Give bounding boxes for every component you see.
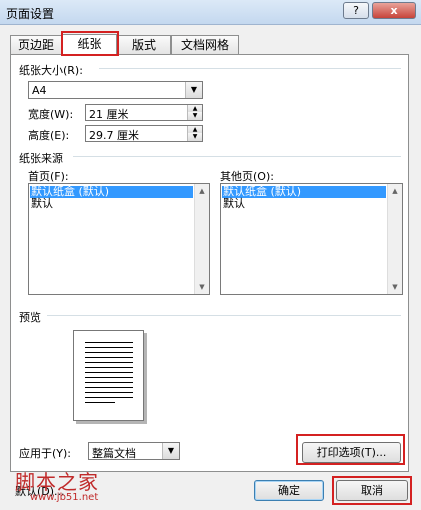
close-button[interactable]: x [372,2,416,19]
scroll-down-icon[interactable]: ▼ [195,280,209,294]
apply-to-value: 整篇文档 [92,447,136,460]
spin-down-icon[interactable]: ▼ [187,112,202,120]
scroll-up-icon[interactable]: ▲ [388,184,402,198]
tab-panel: 纸张大小(R): A4 ▼ 宽度(W): 21 厘米 ▲ ▼ 高度(E): 29… [10,54,409,472]
chevron-down-icon[interactable]: ▼ [162,443,179,459]
paper-source-divider [73,156,401,157]
preview-line [85,357,133,358]
paper-size-divider [99,68,401,69]
list-item[interactable]: 默认 [30,198,53,210]
preview-line [85,342,133,343]
preview-line [85,372,133,373]
preview-line [85,362,133,363]
width-spinner[interactable]: 21 厘米 ▲ ▼ [85,104,203,121]
chevron-down-icon[interactable]: ▼ [185,82,202,98]
preview-divider [47,315,401,316]
list-item[interactable]: 默认 [222,198,245,210]
scroll-down-icon[interactable]: ▼ [388,280,402,294]
preview-line [85,377,133,378]
width-label: 宽度(W): [28,108,74,121]
preview-line [85,347,133,348]
tab-margins[interactable]: 页边距 [10,35,62,54]
scrollbar[interactable]: ▲ ▼ [387,184,402,294]
tab-layout[interactable]: 版式 [117,35,171,54]
print-options-highlight-box [296,434,405,465]
apply-to-label: 应用于(Y): [19,447,72,460]
tab-highlight-box [61,31,119,56]
watermark-logo: 脚本之家 [15,470,99,494]
list-item[interactable]: 默认纸盒 (默认) [30,186,193,198]
apply-to-select[interactable]: 整篇文档 ▼ [88,442,180,460]
first-page-list[interactable]: 默认纸盒 (默认) 默认 ▲ ▼ [28,183,210,295]
width-value: 21 厘米 [89,108,129,121]
height-spinner[interactable]: 29.7 厘米 ▲ ▼ [85,125,203,142]
spin-down-icon[interactable]: ▼ [187,133,202,141]
other-pages-list[interactable]: 默认纸盒 (默认) 默认 ▲ ▼ [220,183,403,295]
watermark-url: www.jb51.net [30,492,99,503]
preview-line [85,367,133,368]
height-value: 29.7 厘米 [89,129,139,142]
tab-document-grid[interactable]: 文档网格 [171,35,239,54]
preview-label: 预览 [19,311,41,324]
preview-line [85,392,133,393]
scroll-up-icon[interactable]: ▲ [195,184,209,198]
cancel-highlight-box [332,476,412,505]
scrollbar[interactable]: ▲ ▼ [194,184,209,294]
preview-line [85,397,133,398]
paper-size-value: A4 [32,84,47,97]
preview-line [85,382,133,383]
page-preview [73,330,144,421]
first-page-label: 首页(F): [28,170,69,183]
other-pages-label: 其他页(O): [220,170,274,183]
ok-button[interactable]: 确定 [254,480,324,501]
list-item[interactable]: 默认纸盒 (默认) [222,186,386,198]
preview-line [85,352,133,353]
paper-size-select[interactable]: A4 ▼ [28,81,203,99]
paper-size-label: 纸张大小(R): [19,64,83,77]
title-bar: 页面设置 ? x [0,0,421,25]
paper-source-label: 纸张来源 [19,152,63,165]
preview-line [85,387,133,388]
preview-line [85,402,115,403]
help-button[interactable]: ? [343,2,369,19]
window-title: 页面设置 [6,7,55,21]
height-label: 高度(E): [28,129,70,142]
